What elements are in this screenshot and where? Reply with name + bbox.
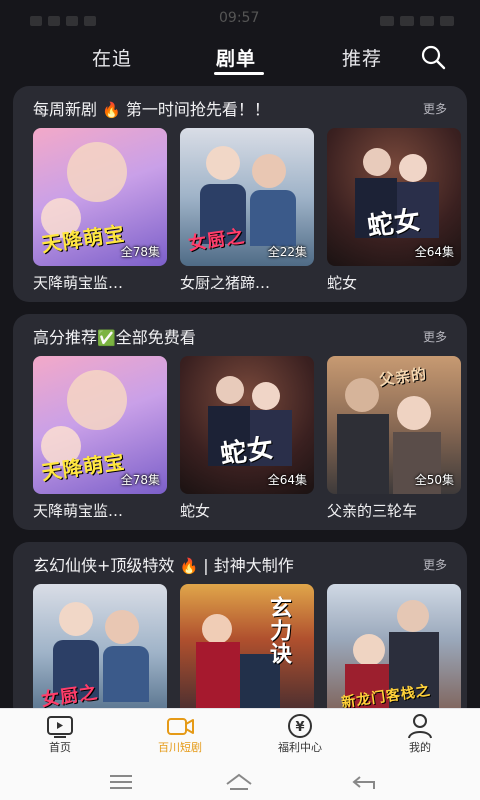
status-bar: 09:57 [0, 0, 480, 34]
top-tabs: 在追 剧单 推荐 [0, 40, 480, 80]
nav-welfare-center[interactable]: ¥ 福利中心 [252, 709, 348, 765]
drama-card[interactable]: 天降萌宝 全78集 天降萌宝监… [33, 128, 167, 293]
episode-count: 全64集 [267, 473, 307, 487]
nav-baichuan-drama[interactable]: 百川短剧 [132, 709, 228, 765]
poster-title: 玄力诀 [266, 596, 291, 665]
poster: 天降萌宝 全78集 [33, 356, 167, 494]
menu-button[interactable] [106, 772, 136, 792]
tab-playlist[interactable]: 剧单 [216, 44, 256, 71]
episode-count: 全78集 [120, 245, 160, 259]
poster: 女厨之 全22集 [180, 128, 314, 266]
more-link[interactable]: 更多 [423, 556, 447, 573]
section-title-suffix: 第一时间抢先看！！ [125, 100, 270, 119]
active-tab-indicator [214, 72, 264, 75]
status-right-icons [324, 11, 454, 26]
status-left-icons [30, 11, 140, 26]
drama-card[interactable]: 蛇女 全64集 蛇女 [327, 128, 461, 293]
poster: 蛇女 全64集 [327, 128, 461, 266]
nav-label: 福利中心 [278, 741, 322, 754]
nav-label: 百川短剧 [158, 741, 202, 754]
poster: 新龙门客栈之 [327, 584, 461, 722]
episode-count: 全50集 [414, 473, 454, 487]
poster: 玄力诀 [180, 584, 314, 722]
status-time: 09:57 [219, 10, 260, 26]
nav-label: 我的 [409, 741, 431, 754]
drama-card[interactable]: 蛇女 全64集 蛇女 [180, 356, 314, 521]
poster: 女厨之 [33, 584, 167, 722]
drama-card[interactable]: 女厨之 [33, 584, 167, 722]
drama-card[interactable]: 新龙门客栈之 [327, 584, 461, 722]
section-title-text: 每周新剧 [33, 100, 98, 119]
poster: 蛇女 全64集 [180, 356, 314, 494]
more-link[interactable]: 更多 [423, 100, 447, 117]
poster: 天降萌宝 全78集 [33, 128, 167, 266]
nav-label: 首页 [49, 741, 71, 754]
system-nav-bar [0, 764, 480, 800]
yen-coin-icon: ¥ [288, 714, 312, 738]
drama-title: 女厨之猪蹄… [180, 274, 271, 292]
fire-emoji: 🔥 [102, 101, 121, 119]
menu-icon [110, 775, 132, 789]
nav-mine[interactable]: 我的 [372, 709, 468, 765]
section-title-suffix: 全部免费看 [115, 328, 196, 347]
section-title-suffix: | 封神大制作 [203, 556, 294, 575]
poster: 父亲的 全50集 [327, 356, 461, 494]
video-camera-icon [167, 718, 194, 735]
more-link[interactable]: 更多 [423, 328, 447, 345]
episode-count: 全22集 [267, 245, 307, 259]
section-fantasy: 玄幻仙侠+顶级特效 🔥 | 封神大制作 更多 女厨之 玄力诀 新龙门客栈之 [13, 542, 467, 722]
svg-text:¥: ¥ [295, 720, 304, 735]
drama-card[interactable]: 天降萌宝 全78集 天降萌宝监… [33, 356, 167, 521]
drama-title: 天降萌宝监… [33, 274, 124, 292]
drama-title: 父亲的三轮车 [327, 502, 418, 520]
drama-title: 蛇女 [327, 274, 358, 292]
tab-following[interactable]: 在追 [92, 44, 132, 71]
drama-card[interactable]: 父亲的 全50集 父亲的三轮车 [327, 356, 461, 521]
back-button[interactable] [350, 772, 380, 792]
section-title-text: 玄幻仙侠+顶级特效 [33, 556, 175, 575]
tab-recommend[interactable]: 推荐 [342, 44, 382, 71]
nav-home[interactable]: 首页 [12, 709, 108, 765]
section-title-text: 高分推荐 [33, 328, 98, 347]
episode-count: 全78集 [120, 473, 160, 487]
home-icon [226, 773, 252, 790]
section-weekly-new: 每周新剧 🔥 第一时间抢先看！！ 更多 天降萌宝 全78集 天降萌宝监… 女厨之… [13, 86, 467, 302]
poster-title: 蛇女 [365, 205, 424, 243]
section-top-rated: 高分推荐✅全部免费看 更多 天降萌宝 全78集 天降萌宝监… 蛇女 全64集 蛇… [13, 314, 467, 530]
user-icon [408, 714, 432, 739]
tv-icon [47, 716, 73, 738]
drama-card[interactable]: 玄力诀 [180, 584, 314, 722]
poster-title: 蛇女 [218, 433, 277, 471]
bottom-nav: 首页 百川短剧 ¥ 福利中心 我的 [0, 708, 480, 764]
drama-card[interactable]: 女厨之 全22集 女厨之猪蹄… [180, 128, 314, 293]
section-title: 每周新剧 🔥 第一时间抢先看！！ [33, 96, 270, 120]
back-icon [352, 776, 375, 789]
episode-count: 全64集 [414, 245, 454, 259]
check-emoji: ✅ [97, 329, 116, 347]
search-button[interactable] [418, 42, 448, 72]
drama-title: 蛇女 [180, 502, 211, 520]
section-title: 高分推荐✅全部免费看 [33, 324, 196, 348]
home-button[interactable] [224, 772, 254, 792]
search-icon [421, 45, 446, 70]
section-title: 玄幻仙侠+顶级特效 🔥 | 封神大制作 [33, 552, 294, 576]
fire-emoji: 🔥 [179, 557, 199, 575]
drama-title: 天降萌宝监… [33, 502, 124, 520]
